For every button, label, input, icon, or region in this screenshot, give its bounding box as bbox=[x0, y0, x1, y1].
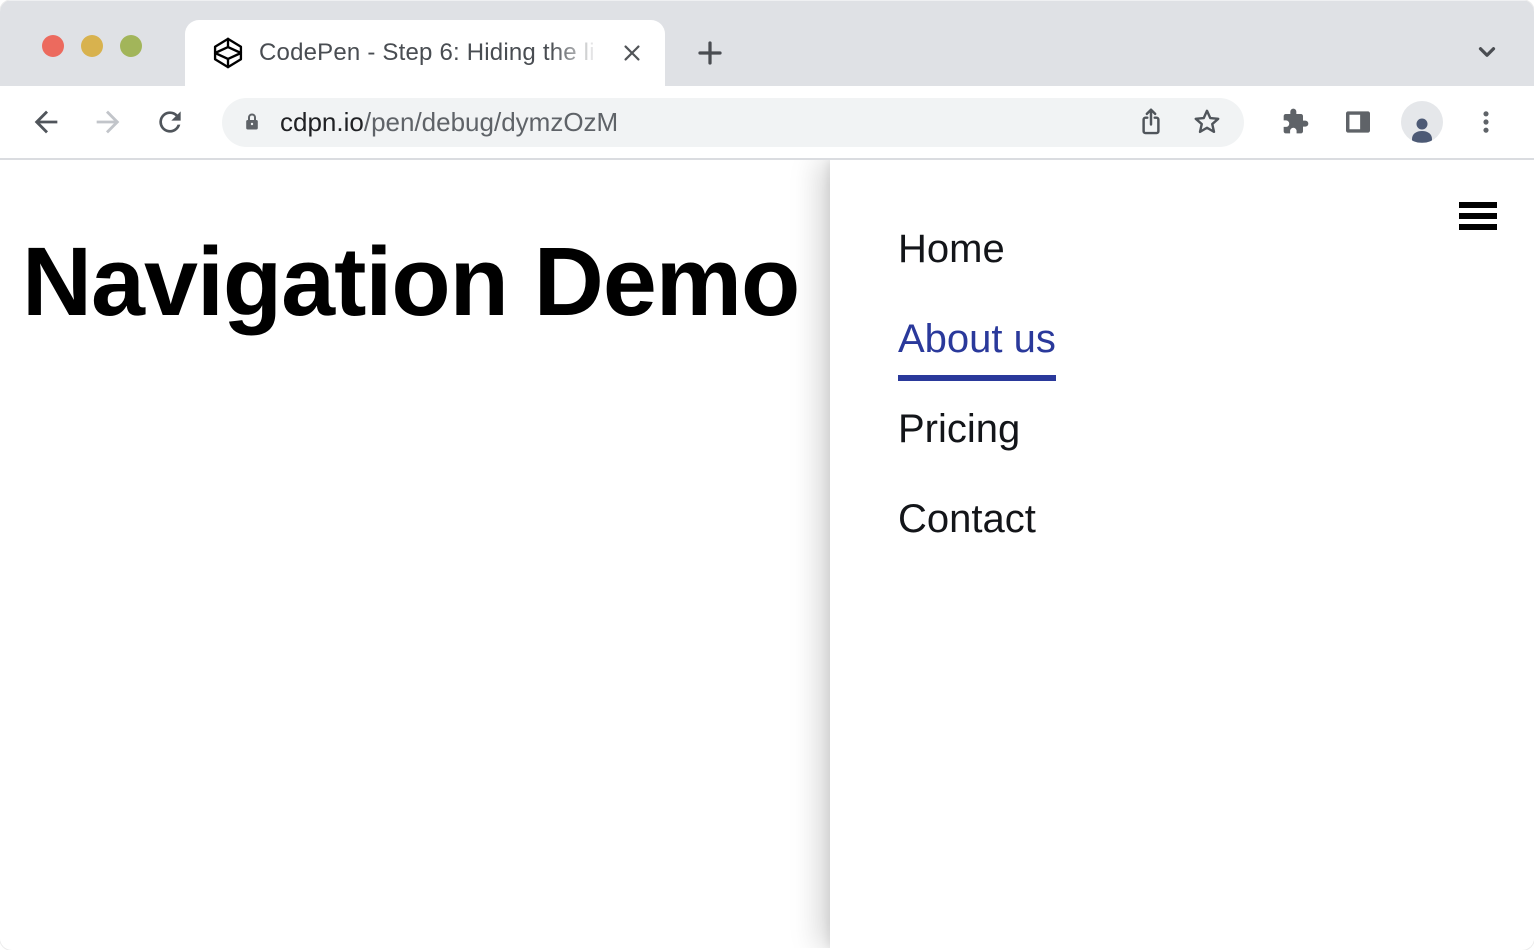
person-icon bbox=[1407, 115, 1437, 143]
tab-title: CodePen - Step 6: Hiding the li bbox=[259, 39, 607, 67]
side-panel-button[interactable] bbox=[1336, 100, 1380, 144]
plus-icon bbox=[695, 38, 725, 68]
profile-button[interactable] bbox=[1400, 100, 1444, 144]
reload-icon bbox=[154, 106, 186, 138]
page-content: Navigation Demo Home About us Pricing bbox=[0, 160, 1534, 948]
back-button[interactable] bbox=[24, 100, 68, 144]
nav-link-about-us[interactable]: About us bbox=[898, 315, 1056, 381]
url-domain: cdpn.io bbox=[280, 107, 364, 137]
chevron-down-icon bbox=[1474, 39, 1500, 65]
browser-window: CodePen - Step 6: Hiding the li bbox=[0, 0, 1534, 950]
zoom-window-button[interactable] bbox=[120, 35, 142, 57]
minimize-window-button[interactable] bbox=[81, 35, 103, 57]
extensions-button[interactable] bbox=[1272, 100, 1316, 144]
nav-item: Home bbox=[898, 225, 1056, 315]
hamburger-icon bbox=[1459, 202, 1497, 208]
side-panel-icon bbox=[1342, 106, 1374, 138]
star-icon bbox=[1191, 106, 1223, 138]
forward-button[interactable] bbox=[86, 100, 130, 144]
menu-toggle-button[interactable] bbox=[1459, 202, 1497, 230]
address-bar[interactable]: cdpn.io/pen/debug/dymzOzM bbox=[222, 98, 1244, 147]
nav-item: About us bbox=[898, 315, 1056, 405]
nav-item: Pricing bbox=[898, 405, 1056, 495]
browser-tab[interactable]: CodePen - Step 6: Hiding the li bbox=[185, 20, 665, 86]
tab-close-button[interactable] bbox=[617, 38, 647, 68]
page-heading: Navigation Demo bbox=[22, 233, 799, 330]
tab-search-button[interactable] bbox=[1468, 33, 1506, 71]
browser-menu-button[interactable] bbox=[1464, 100, 1508, 144]
bookmark-button[interactable] bbox=[1190, 105, 1224, 139]
reload-button[interactable] bbox=[148, 100, 192, 144]
avatar bbox=[1401, 101, 1443, 143]
puzzle-icon bbox=[1278, 106, 1310, 138]
url-path: /pen/debug/dymzOzM bbox=[364, 107, 618, 137]
close-icon bbox=[621, 42, 643, 64]
share-icon bbox=[1136, 106, 1166, 138]
lock-icon[interactable] bbox=[240, 109, 264, 135]
nav-item: Contact bbox=[898, 495, 1056, 585]
new-tab-button[interactable] bbox=[692, 35, 728, 71]
url-text: cdpn.io/pen/debug/dymzOzM bbox=[280, 107, 1134, 138]
nav-panel: Home About us Pricing Contact bbox=[830, 160, 1534, 948]
share-button[interactable] bbox=[1134, 105, 1168, 139]
kebab-menu-icon bbox=[1472, 108, 1500, 136]
codepen-favicon-icon bbox=[213, 37, 243, 69]
browser-toolbar: cdpn.io/pen/debug/dymzOzM bbox=[0, 86, 1534, 160]
nav-link-pricing[interactable]: Pricing bbox=[898, 407, 1020, 451]
back-arrow-icon bbox=[29, 105, 63, 139]
close-window-button[interactable] bbox=[42, 35, 64, 57]
forward-arrow-icon bbox=[91, 105, 125, 139]
macos-traffic-lights bbox=[42, 35, 142, 57]
nav-link-contact[interactable]: Contact bbox=[898, 497, 1036, 541]
tab-strip: CodePen - Step 6: Hiding the li bbox=[0, 0, 1534, 86]
nav-link-home[interactable]: Home bbox=[898, 227, 1005, 271]
